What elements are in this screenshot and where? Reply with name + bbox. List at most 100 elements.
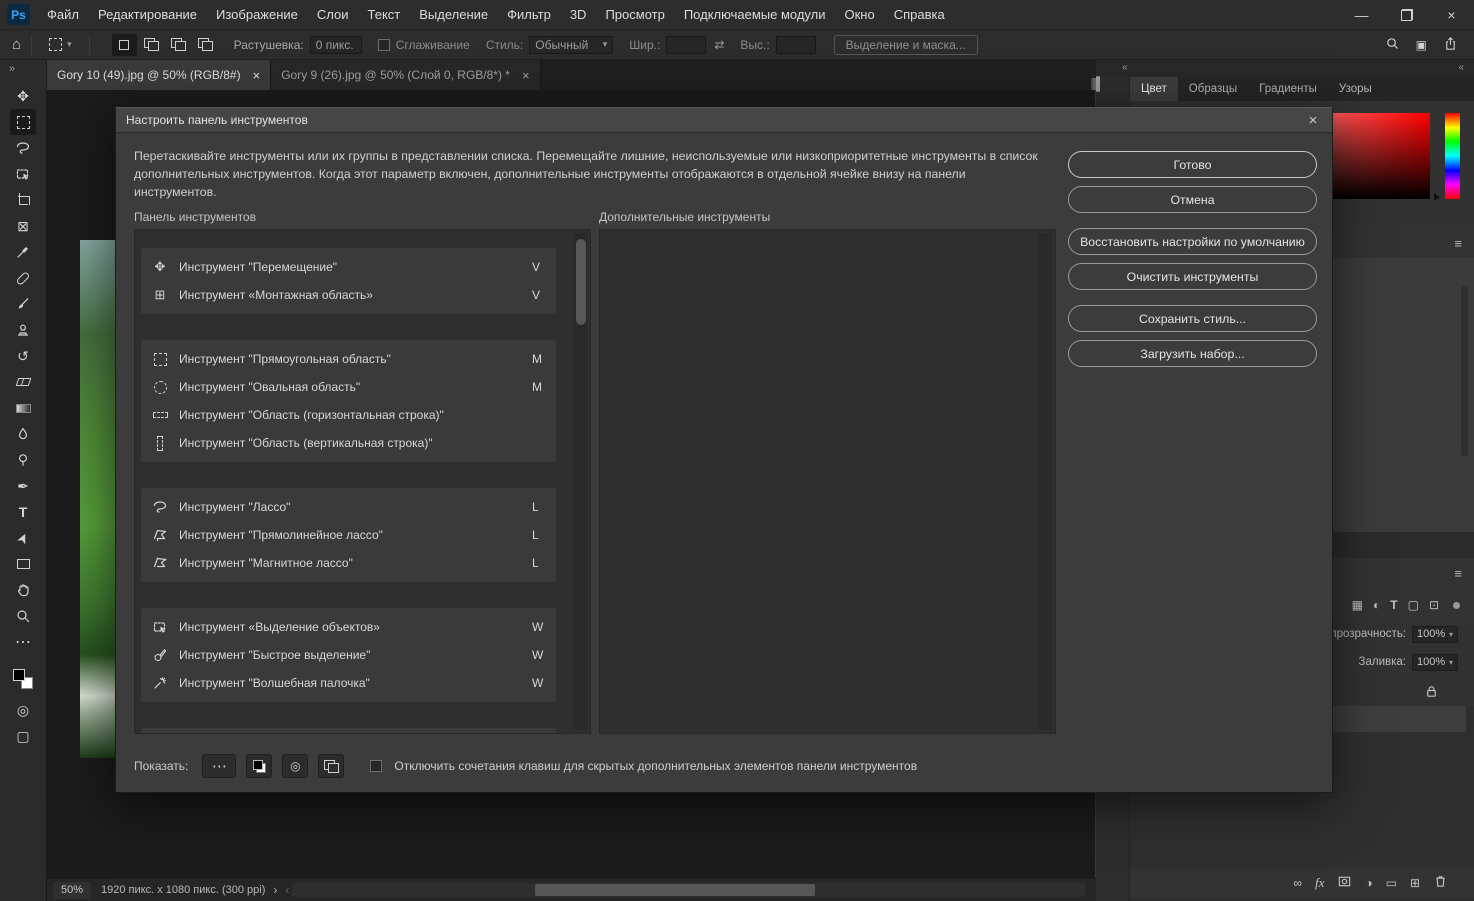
restore-defaults-button[interactable]: Восстановить настройки по умолчанию (1068, 228, 1317, 255)
home-icon[interactable]: ⌂ (12, 36, 21, 53)
adjustment-filter-icon[interactable]: ◐ (1373, 598, 1380, 612)
tool-row[interactable]: Инструмент "Овальная область" M (141, 373, 556, 401)
history-brush-tool-button[interactable]: ↺ (10, 343, 36, 369)
type-filter-icon[interactable]: T (1390, 598, 1397, 612)
load-preset-button[interactable]: Загрузить набор... (1068, 340, 1317, 367)
new-selection-button[interactable] (111, 33, 137, 56)
tool-row[interactable]: ⊞ Инструмент «Монтажная область» V (141, 281, 556, 309)
tool-preset-picker[interactable]: ▾ (42, 36, 79, 53)
foreground-color-swatch[interactable] (13, 669, 25, 681)
horizontal-scrollbar-thumb[interactable] (535, 884, 815, 896)
lasso-tool-button[interactable] (10, 135, 36, 161)
tab-close-icon[interactable]: × (522, 68, 530, 83)
menu-view[interactable]: Просмотр (605, 7, 664, 22)
restore-button[interactable] (1384, 0, 1429, 29)
screen-mode-button[interactable]: ▢ (10, 723, 36, 749)
status-chevron-icon[interactable]: › (273, 883, 277, 897)
tool-row[interactable]: Инструмент "Область (вертикальная строка… (141, 429, 556, 457)
new-group-icon[interactable]: ▭ (1386, 876, 1397, 890)
link-layers-icon[interactable]: ∞ (1293, 876, 1302, 890)
tool-row[interactable]: Инструмент «Выделение объектов» W (141, 613, 556, 641)
collapsed-panel-icon-2[interactable] (1098, 76, 1100, 92)
document-tab-active[interactable]: Gory 10 (49).jpg @ 50% (RGB/8#) × (47, 60, 272, 90)
filter-toggle-icon[interactable] (1453, 601, 1460, 609)
hand-tool-button[interactable] (10, 577, 36, 603)
menu-file[interactable]: Файл (47, 7, 79, 22)
zoom-tool-button[interactable] (10, 603, 36, 629)
lock-all-button[interactable] (1420, 681, 1442, 701)
menu-help[interactable]: Справка (894, 7, 945, 22)
swap-dimensions-icon[interactable]: ⇄ (714, 38, 724, 52)
tab-close-icon[interactable]: × (253, 68, 261, 83)
menu-select[interactable]: Выделение (419, 7, 488, 22)
adjustment-layer-icon[interactable]: ◑ (1365, 876, 1372, 890)
menu-image[interactable]: Изображение (216, 7, 298, 22)
collapse-panels-icon[interactable]: « (1458, 62, 1464, 73)
width-input[interactable] (666, 35, 707, 54)
search-icon[interactable] (1385, 36, 1400, 54)
move-tool-button[interactable]: ✥ (10, 83, 36, 109)
hue-slider-marker[interactable] (1434, 193, 1440, 201)
frame-tool-button[interactable]: ⊠ (10, 213, 36, 239)
list-scrollbar[interactable] (1039, 233, 1052, 730)
eraser-tool-button[interactable] (10, 369, 36, 395)
show-ellipsis-toggle[interactable]: ⋯ (202, 754, 237, 778)
list-scrollbar[interactable] (574, 233, 587, 730)
done-button[interactable]: Готово (1068, 151, 1317, 178)
clone-stamp-tool-button[interactable] (10, 317, 36, 343)
pixel-filter-icon[interactable]: ▦ (1352, 598, 1363, 612)
healing-brush-tool-button[interactable] (10, 265, 36, 291)
menu-plugins[interactable]: Подключаемые модули (684, 7, 826, 22)
tab-swatches[interactable]: Образцы (1178, 77, 1248, 101)
blur-tool-button[interactable] (10, 421, 36, 447)
new-layer-icon[interactable]: ⊞ (1410, 876, 1420, 890)
menu-window[interactable]: Окно (844, 7, 874, 22)
quick-mask-button[interactable]: ◎ (10, 697, 36, 723)
menu-type[interactable]: Текст (368, 7, 401, 22)
tool-row[interactable]: Инструмент "Волшебная палочка" W (141, 669, 556, 697)
close-button[interactable]: × (1429, 0, 1474, 29)
horizontal-scrollbar[interactable] (292, 883, 1085, 897)
tool-row[interactable]: Инструмент "Магнитное лассо" L (141, 549, 556, 577)
panel-menu-icon[interactable]: ≡ (1454, 236, 1462, 251)
cancel-button[interactable]: Отмена (1068, 186, 1317, 213)
extra-tools-list[interactable] (599, 229, 1056, 734)
tool-row[interactable]: Инструмент "Быстрое выделение" W (141, 641, 556, 669)
select-and-mask-button[interactable]: Выделение и маска... (833, 34, 978, 55)
path-selection-tool-button[interactable]: ➤ (10, 525, 36, 551)
show-colors-toggle[interactable] (246, 754, 273, 778)
style-dropdown[interactable]: Обычный ▾ (529, 35, 614, 54)
tool-row[interactable]: Инструмент "Прямолинейное лассо" L (141, 521, 556, 549)
smart-object-filter-icon[interactable]: ⊡ (1429, 598, 1439, 612)
toolbar-tools-list[interactable]: ✥ Инструмент "Перемещение" V ⊞ Инструмен… (134, 229, 591, 734)
fill-field[interactable]: 100% ▾ (1412, 653, 1458, 671)
panel-menu-icon[interactable]: ≡ (1454, 566, 1462, 581)
edit-toolbar-button[interactable]: ⋯ (10, 629, 36, 655)
workspace-icon[interactable]: ▣ (1416, 38, 1427, 52)
opacity-field[interactable]: 100% ▾ (1412, 625, 1458, 643)
intersect-selection-button[interactable] (193, 34, 218, 56)
antialias-toggle[interactable]: Сглаживание (377, 38, 470, 52)
menu-3d[interactable]: 3D (570, 7, 587, 22)
layer-style-icon[interactable]: fx (1315, 875, 1324, 891)
tool-row[interactable]: ✥ Инструмент "Перемещение" V (141, 253, 556, 281)
document-tab-inactive[interactable]: Gory 9 (26).jpg @ 50% (Слой 0, RGB/8*) *… (271, 60, 541, 90)
dialog-title-bar[interactable]: Настроить панель инструментов × (116, 108, 1332, 133)
document-image[interactable] (80, 240, 116, 758)
gradient-tool-button[interactable] (10, 395, 36, 421)
tool-row[interactable]: Инструмент "Область (горизонтальная стро… (141, 401, 556, 429)
type-tool-button[interactable]: T (10, 499, 36, 525)
tool-row[interactable]: Инструмент "Прямоугольная область" M (141, 345, 556, 373)
toolbar-collapse-icon[interactable]: » (9, 63, 15, 75)
menu-filter[interactable]: Фильтр (507, 7, 551, 22)
tab-gradients[interactable]: Градиенты (1248, 77, 1328, 101)
panel-scrollbar[interactable] (1461, 286, 1468, 456)
share-icon[interactable] (1443, 36, 1458, 54)
disable-shortcuts-checkbox[interactable] (370, 760, 383, 772)
crop-tool-button[interactable] (10, 187, 36, 213)
tool-row[interactable]: Инструмент "Лассо" L (141, 493, 556, 521)
hue-slider[interactable] (1445, 113, 1460, 199)
eyedropper-tool-button[interactable] (10, 239, 36, 265)
menu-edit[interactable]: Редактирование (98, 7, 197, 22)
list-scrollbar-thumb[interactable] (575, 239, 586, 325)
